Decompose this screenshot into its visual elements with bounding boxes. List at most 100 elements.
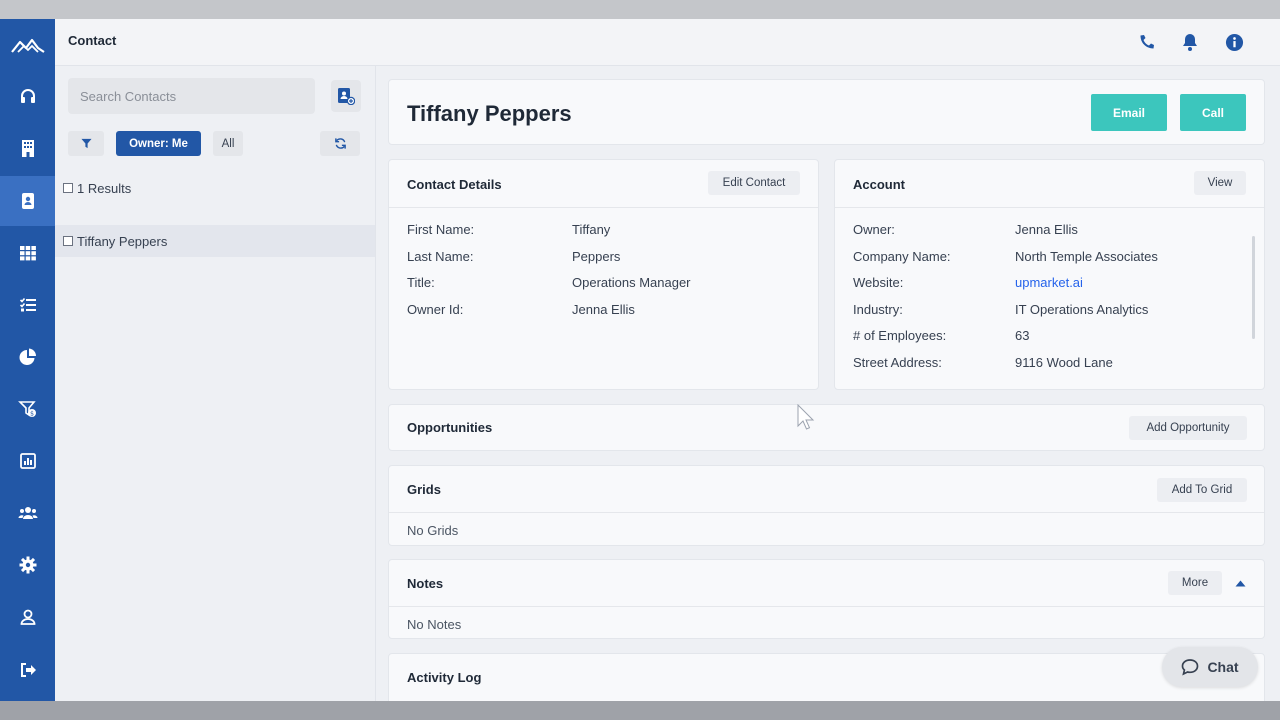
- chat-bubble-icon: [1182, 659, 1199, 676]
- contact-title: Tiffany Peppers: [407, 101, 572, 126]
- website-link[interactable]: upmarket.ai: [1015, 275, 1083, 290]
- phone-icon[interactable]: [1136, 31, 1158, 53]
- contact-checkbox[interactable]: [63, 236, 73, 246]
- owner-value: Jenna Ellis: [1015, 222, 1078, 237]
- company-name-label: Company Name:: [853, 249, 951, 264]
- add-to-grid-button[interactable]: Add To Grid: [1157, 478, 1247, 502]
- screen-bottom-strip: [0, 701, 1280, 720]
- sidebar-item-grids[interactable]: [0, 228, 55, 278]
- sidebar-item-settings[interactable]: [0, 540, 55, 590]
- grid-icon: [19, 246, 36, 261]
- owner-label: Owner:: [853, 222, 895, 237]
- owner-me-filter-button[interactable]: Owner: Me: [116, 131, 201, 156]
- opportunities-title: Opportunities: [407, 420, 493, 435]
- grids-card: Grids Add To Grid No Grids: [388, 465, 1265, 546]
- sidebar-item-logout[interactable]: [0, 645, 55, 695]
- sidebar-item-opportunities[interactable]: $: [0, 384, 55, 434]
- sign-out-icon: [20, 663, 36, 677]
- email-button[interactable]: Email: [1091, 94, 1167, 131]
- notes-card: Notes More No Notes: [388, 559, 1265, 639]
- building-icon: [21, 140, 34, 157]
- no-notes-text: No Notes: [407, 617, 462, 632]
- all-filter-button[interactable]: All: [213, 131, 243, 156]
- contact-card-icon: [21, 193, 34, 209]
- app-window: $ Contact Search Contacts Owner: Me All …: [0, 19, 1280, 701]
- divider: [389, 512, 1264, 513]
- opportunities-card: Opportunities Add Opportunity: [388, 404, 1265, 451]
- divider: [835, 207, 1264, 208]
- headset-icon: [20, 89, 35, 103]
- filter-icon: [80, 138, 92, 149]
- page-title: Contact: [68, 33, 117, 48]
- title-label: Title:: [407, 275, 435, 290]
- street-address-label: Street Address:: [853, 355, 942, 370]
- sidebar-item-accounts[interactable]: [0, 123, 55, 173]
- notes-title: Notes: [407, 576, 444, 591]
- pie-chart-icon: [19, 348, 36, 365]
- svg-text:$: $: [30, 411, 34, 418]
- website-label: Website:: [853, 275, 904, 290]
- funnel-dollar-icon: $: [17, 401, 36, 418]
- app-logo-icon[interactable]: [0, 28, 55, 64]
- refresh-icon: [334, 138, 346, 149]
- sidebar: $: [0, 19, 55, 701]
- no-grids-text: No Grids: [407, 523, 459, 538]
- screen-top-strip: [0, 0, 1280, 19]
- sidebar-item-support[interactable]: [0, 72, 55, 122]
- company-name-value: North Temple Associates: [1015, 249, 1158, 264]
- add-contact-icon: [338, 88, 355, 105]
- industry-label: Industry:: [853, 302, 903, 317]
- add-opportunity-button[interactable]: Add Opportunity: [1129, 416, 1247, 440]
- employees-label: # of Employees:: [853, 328, 947, 343]
- more-notes-button[interactable]: More: [1168, 571, 1222, 595]
- results-row: 1 Results: [55, 172, 375, 204]
- first-name-label: First Name:: [407, 222, 475, 237]
- call-button[interactable]: Call: [1180, 94, 1246, 131]
- gear-icon: [19, 556, 36, 574]
- collapse-chevron-up-icon[interactable]: [1234, 578, 1246, 588]
- user-icon: [20, 609, 35, 625]
- activity-log-card: Activity Log: [388, 653, 1265, 701]
- sidebar-item-contacts[interactable]: [0, 176, 55, 226]
- contact-name: Tiffany Peppers: [77, 233, 168, 249]
- contact-details-card: Contact Details Edit Contact First Name:…: [388, 159, 819, 390]
- first-name-value: Tiffany: [572, 222, 611, 237]
- owner-id-value: Jenna Ellis: [572, 302, 635, 317]
- sidebar-item-tasks[interactable]: [0, 280, 55, 330]
- checklist-icon: [19, 297, 36, 312]
- sidebar-item-profile[interactable]: [0, 592, 55, 642]
- list-item[interactable]: Tiffany Peppers: [55, 225, 375, 257]
- owner-id-label: Owner Id:: [407, 302, 464, 317]
- info-icon[interactable]: [1223, 31, 1245, 53]
- mouse-cursor-icon: [797, 403, 817, 437]
- search-input[interactable]: [68, 78, 315, 114]
- divider: [389, 207, 818, 208]
- employees-value: 63: [1015, 328, 1030, 343]
- dashboard-icon: [19, 453, 36, 469]
- results-count: 1 Results: [77, 180, 132, 196]
- view-account-button[interactable]: View: [1194, 171, 1246, 195]
- add-contact-button[interactable]: [331, 80, 361, 112]
- bell-icon[interactable]: [1179, 31, 1201, 53]
- account-card: Account View Owner: Jenna Ellis Company …: [834, 159, 1265, 390]
- chat-label: Chat: [1207, 659, 1239, 675]
- select-all-checkbox[interactable]: [63, 183, 73, 193]
- industry-value: IT Operations Analytics: [1015, 302, 1149, 317]
- title-value: Operations Manager: [572, 275, 691, 290]
- filter-button[interactable]: [68, 131, 104, 156]
- grids-title: Grids: [407, 482, 441, 497]
- sidebar-item-users[interactable]: [0, 488, 55, 538]
- contact-list-panel: Owner: Me All 1 Results Tiffany Peppers: [55, 66, 376, 701]
- refresh-button[interactable]: [320, 131, 360, 156]
- sidebar-item-dashboard[interactable]: [0, 436, 55, 486]
- contact-header-card: Tiffany Peppers Email Call: [388, 79, 1265, 145]
- divider: [389, 606, 1264, 607]
- sidebar-item-reports[interactable]: [0, 332, 55, 382]
- last-name-value: Peppers: [572, 249, 621, 264]
- activity-log-title: Activity Log: [407, 670, 482, 685]
- chat-button[interactable]: Chat: [1162, 647, 1258, 687]
- edit-contact-button[interactable]: Edit Contact: [708, 171, 800, 195]
- street-address-value: 9116 Wood Lane: [1015, 355, 1113, 370]
- account-scrollbar[interactable]: [1252, 236, 1255, 339]
- contact-details-title: Contact Details: [407, 177, 502, 192]
